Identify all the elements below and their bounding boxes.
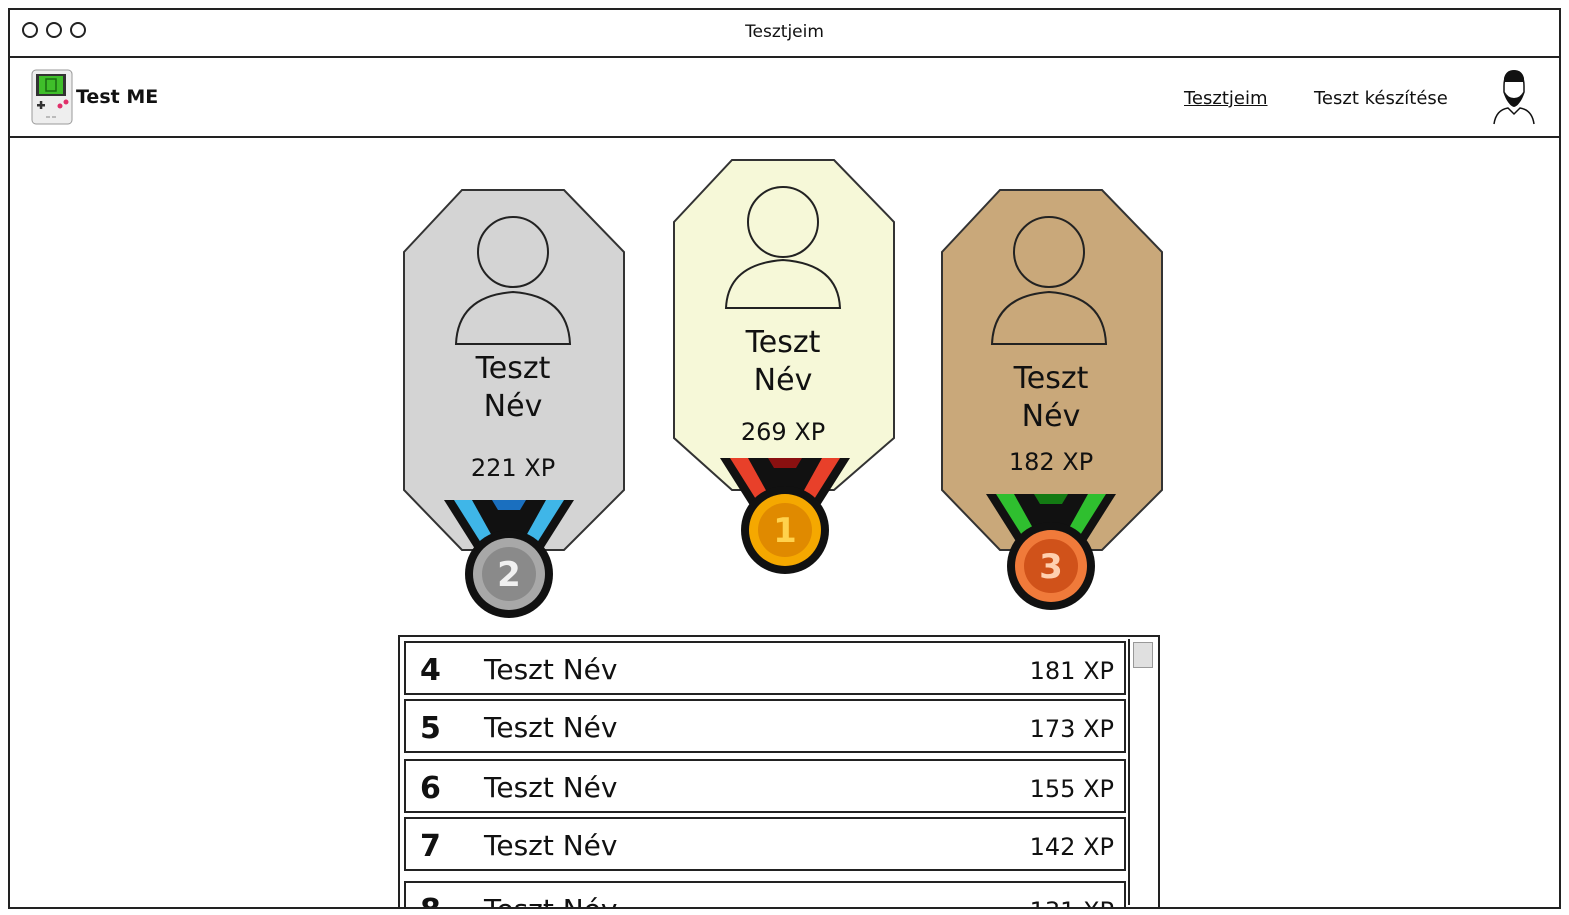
leaderboard-row[interactable]: 8 Teszt Név 131 XP	[404, 881, 1126, 907]
nav-link-tesztjeim[interactable]: Tesztjeim	[1184, 88, 1268, 109]
podium-xp: 269 XP	[740, 418, 826, 446]
podium-third-place[interactable]: Teszt Név 182 XP 3	[938, 186, 1164, 616]
row-rank: 6	[420, 771, 441, 806]
row-xp: 142 XP	[1029, 833, 1114, 861]
window-title: Tesztjeim	[745, 22, 824, 42]
medal-rank-number: 3	[1039, 547, 1063, 587]
row-name: Teszt Név	[484, 829, 618, 862]
leaderboard-scrollbar[interactable]	[1128, 639, 1156, 905]
title-bar: Tesztjeim	[10, 10, 1559, 58]
podium-name: Teszt Név	[1013, 361, 1089, 434]
row-xp: 173 XP	[1029, 715, 1114, 743]
leaderboard-row[interactable]: 6 Teszt Név 155 XP	[404, 759, 1126, 813]
scrollbar-thumb[interactable]	[1133, 642, 1153, 668]
podium-xp: 182 XP	[1008, 448, 1094, 476]
podium-name: Teszt Név	[475, 351, 551, 424]
podium-first-place[interactable]: Teszt Név 269 XP 1	[670, 156, 896, 586]
row-xp: 131 XP	[1030, 897, 1114, 907]
row-rank: 4	[420, 653, 441, 688]
gameboy-logo-icon[interactable]	[30, 68, 74, 126]
podium-second-place[interactable]: Teszt Név 221 XP 2	[400, 186, 626, 626]
medal-rank-number: 1	[773, 511, 797, 551]
row-name: Teszt Név	[484, 771, 618, 804]
row-rank: 5	[420, 711, 441, 746]
navbar: Test ME Tesztjeim Teszt készítése	[10, 58, 1559, 138]
row-name: Teszt Név	[484, 893, 617, 907]
row-name: Teszt Név	[484, 653, 618, 686]
leaderboard-row[interactable]: 7 Teszt Név 142 XP	[404, 817, 1126, 871]
row-rank: 8	[420, 893, 441, 907]
row-rank: 7	[420, 829, 441, 864]
leaderboard-list[interactable]: 4 Teszt Név 181 XP 5 Teszt Név 173 XP 6 …	[398, 635, 1160, 909]
silver-medal-icon: 2	[444, 500, 574, 618]
nav-link-teszt-keszitese[interactable]: Teszt készítése	[1314, 88, 1448, 109]
row-xp: 181 XP	[1029, 657, 1114, 685]
brand-name[interactable]: Test ME	[76, 86, 158, 108]
user-avatar-icon[interactable]	[1490, 68, 1538, 126]
row-xp: 155 XP	[1029, 775, 1114, 803]
bronze-medal-icon: 3	[986, 494, 1116, 610]
row-name: Teszt Név	[484, 711, 618, 744]
gold-medal-icon: 1	[720, 458, 850, 574]
podium-name: Teszt Név	[745, 325, 821, 398]
podium-xp: 221 XP	[470, 454, 556, 482]
leaderboard-row[interactable]: 5 Teszt Név 173 XP	[404, 699, 1126, 753]
medal-rank-number: 2	[497, 555, 521, 595]
leaderboard-row[interactable]: 4 Teszt Név 181 XP	[404, 641, 1126, 695]
